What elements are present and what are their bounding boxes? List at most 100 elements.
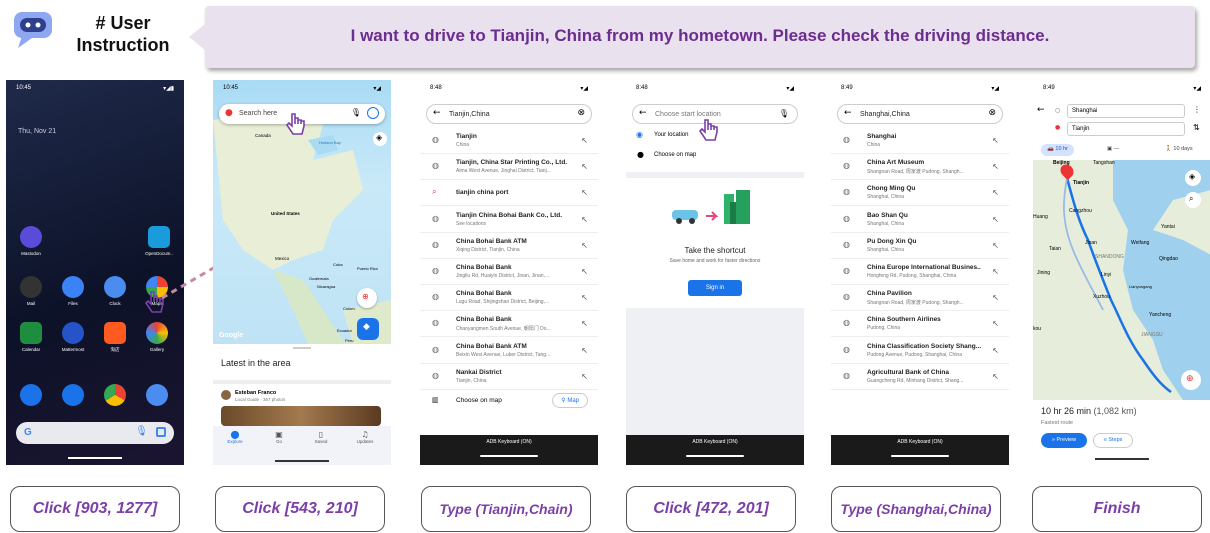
location-target-button[interactable]: ⊕ [1181,370,1201,390]
sign-in-button[interactable]: Sign in [688,280,742,296]
map-button[interactable]: ⚲ Map [552,393,588,408]
fill-query-arrow-icon[interactable]: ↖ [992,162,999,171]
back-arrow-icon[interactable]: ← [639,108,647,118]
lens-icon[interactable] [156,427,166,437]
clear-icon[interactable]: ⊗ [577,108,585,118]
result-item[interactable]: ◍ China Bohai Bank ATM Beixin West Avenue,… [420,338,598,364]
fill-query-arrow-icon[interactable]: ↖ [581,346,588,355]
fill-query-arrow-icon[interactable]: ↖ [581,136,588,145]
result-item[interactable]: ◍ China Classification Society Shang... Pu… [831,338,1009,364]
directions-button[interactable]: ◆ [357,318,379,340]
back-arrow-icon[interactable]: ← [1037,105,1045,115]
fill-query-arrow-icon[interactable]: ↖ [992,372,999,381]
search-input[interactable]: ← Tianjin,China ⊗ [426,104,592,124]
result-item[interactable]: ◍ China Bohai Bank Lugu Road, Shijingshan … [420,285,598,312]
fill-query-arrow-icon[interactable]: ↖ [581,372,588,381]
sheet-handle[interactable] [293,347,311,349]
fill-query-arrow-icon[interactable]: ↖ [992,188,999,197]
chrome-icon[interactable] [104,384,126,406]
destination-input[interactable]: Tianjin [1067,122,1185,136]
result-subtitle: Chaoyangmen South Avenue, 朝阳门 Do... [456,326,551,333]
mode-car[interactable]: 🚗 10 hr [1041,144,1074,156]
post-photo[interactable] [221,406,381,426]
result-item[interactable]: ◍ Tianjin China ↖ [420,128,598,154]
search-query: Shanghai,China [860,111,910,118]
result-item[interactable]: ◍ Bao Shan Qu Shanghai, China ↖ [831,207,1009,233]
location-target-button[interactable]: ⊕ [357,288,377,308]
fill-query-arrow-icon[interactable]: ↖ [581,188,588,197]
app-files[interactable]: Files [56,276,90,306]
map-label: Qingdao [1159,256,1178,262]
result-item[interactable]: ◍ China Bohai Bank Jingliu Rd, Huaiyin Dis… [420,259,598,285]
search-map-button[interactable]: ⌕ [1185,192,1201,208]
fill-query-arrow-icon[interactable]: ↖ [992,241,999,250]
fill-query-arrow-icon[interactable]: ↖ [992,215,999,224]
result-item[interactable]: ◍ Shanghai China ↖ [831,128,1009,154]
result-item[interactable]: ◍ Tianjin, China Star Printing Co., Ltd. A… [420,154,598,181]
result-item[interactable]: ⌕ tianjin china port ↖ [420,180,598,207]
fill-query-arrow-icon[interactable]: ↖ [992,319,999,328]
result-item[interactable]: ◍ Chong Ming Qu Shanghai, China ↖ [831,180,1009,207]
map-label: Hudson Bay [319,140,341,145]
back-arrow-icon[interactable]: ← [433,108,441,118]
fill-query-arrow-icon[interactable]: ↖ [581,293,588,302]
result-item[interactable]: ◍ Tianjin China Bohai Bank Co., Ltd. See l… [420,207,598,233]
nav-updates[interactable]: ♫ Updates [351,430,379,444]
nav-explore[interactable]: ⬤ Explore [223,430,247,444]
app-calendar[interactable]: Calendar [14,322,48,352]
fill-query-arrow-icon[interactable]: ↖ [581,162,588,171]
mic-icon[interactable]: 🎙 [351,108,361,117]
layers-button[interactable]: ◈ [373,132,387,146]
swap-icon[interactable]: ⇅ [1193,123,1200,132]
result-item[interactable]: ◍ Pu Dong Xin Qu Shanghai, China ↖ [831,233,1009,259]
mode-transit[interactable]: ▣ — [1107,146,1119,152]
app-gallery[interactable]: Gallery [140,322,174,352]
mic-icon[interactable]: 🎙 [779,109,789,118]
fill-query-arrow-icon[interactable]: ↖ [992,267,999,276]
fill-query-arrow-icon[interactable]: ↖ [581,267,588,276]
layers-button[interactable]: ◈ [1185,170,1201,186]
signal-icon: ▾◢ [1193,86,1201,92]
preview-button[interactable]: » Preview [1041,433,1087,448]
nav-saved[interactable]: ▯ Saved [309,430,333,444]
map-label: Jinan [1085,240,1097,246]
google-search-bar[interactable]: G 🎙 [16,422,174,444]
back-arrow-icon[interactable]: ← [844,108,852,118]
result-item[interactable]: ◍ Agricultural Bank of China Guangcheng Rd… [831,364,1009,390]
clear-icon[interactable]: ⊗ [988,108,996,118]
signal-icon: ▾◢ [373,86,381,92]
app-taodian[interactable]: 淘店 [98,322,132,353]
app-label: Clock [109,301,121,306]
nav-go[interactable]: ▣ Go [267,430,291,444]
fill-query-arrow-icon[interactable]: ↖ [581,319,588,328]
steps-button[interactable]: ≡ Steps [1093,433,1133,448]
fill-query-arrow-icon[interactable]: ↖ [992,346,999,355]
phone-icon[interactable] [20,384,42,406]
fill-query-arrow-icon[interactable]: ↖ [992,136,999,145]
route-map[interactable]: Beijing Tangshan Tianjin Cangzhou Yantai… [1033,160,1210,400]
more-icon[interactable]: ⋮ [1193,105,1201,114]
mode-walk[interactable]: 🚶 10 days [1165,146,1193,152]
result-item[interactable]: ◍ China Europe International Busines.. Hon… [831,259,1009,285]
result-item[interactable]: ◍ China Bohai Bank ATM Xiqing District, Ti… [420,233,598,259]
fill-query-arrow-icon[interactable]: ↖ [581,241,588,250]
result-item[interactable]: ◍ Nankai District Tianjin, China ↖ [420,364,598,390]
app-mail[interactable]: Mail [14,276,48,306]
result-item[interactable]: ◍ China Bohai Bank Chaoyangmen South Avenu… [420,311,598,338]
result-item[interactable]: ◍ China Art Museum Shangnan Road, 周家渡 Pudo… [831,154,1009,181]
fill-query-arrow-icon[interactable]: ↖ [992,293,999,302]
app-mattermost[interactable]: Mattermost [56,322,90,352]
search-input[interactable]: ← Shanghai,China ⊗ [837,104,1003,124]
messages-icon[interactable] [62,384,84,406]
result-item[interactable]: ◍ China Pavilion Shangnan Road, 周家渡 Pudong… [831,285,1009,312]
origin-input[interactable]: Shanghai [1067,104,1185,118]
app-mastodon[interactable]: Mastodon [14,226,48,256]
app-clock[interactable]: Clock [98,276,132,306]
fill-query-arrow-icon[interactable]: ↖ [581,215,588,224]
choose-on-map-row[interactable]: ▥ Choose on map ⚲ Map [420,390,598,412]
result-item[interactable]: ◍ China Southern Airlines Pudong, China ↖ [831,311,1009,338]
mic-icon[interactable]: 🎙 [135,426,148,437]
settings-icon[interactable] [146,384,168,406]
choose-on-map-row[interactable]: ● Choose on map [626,148,804,164]
account-icon[interactable] [367,107,379,119]
